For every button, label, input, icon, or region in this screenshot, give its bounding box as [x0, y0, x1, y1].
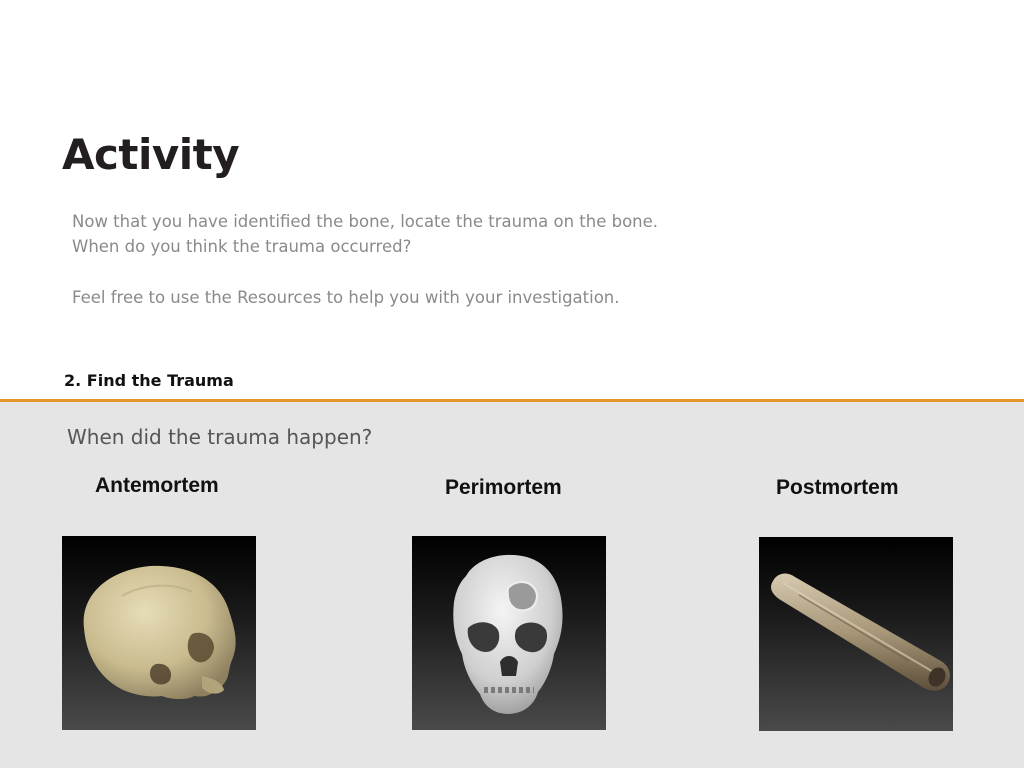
step-label: 2. Find the Trauma: [64, 371, 234, 390]
option-label-perimortem[interactable]: Perimortem: [445, 476, 562, 500]
option-postmortem-button[interactable]: [759, 537, 953, 731]
instruction-line: Now that you have identified the bone, l…: [72, 212, 659, 231]
lateral-skull-image: [83, 565, 236, 699]
page-title: Activity: [62, 130, 240, 179]
quiz-question: When did the trauma happen?: [67, 425, 373, 449]
frontal-skull-with-fracture-image: [453, 554, 563, 714]
option-label-antemortem[interactable]: Antemortem: [95, 474, 219, 498]
instructions: Now that you have identified the bone, l…: [72, 209, 712, 310]
option-label-postmortem[interactable]: Postmortem: [776, 476, 899, 500]
activity-page: Activity Now that you have identified th…: [0, 0, 1024, 768]
instruction-line: When do you think the trauma occurred?: [72, 237, 412, 256]
long-bone-image: [771, 573, 950, 691]
option-antemortem-button[interactable]: [62, 536, 256, 730]
option-perimortem-button[interactable]: [412, 536, 606, 730]
resources-hint: Feel free to use the Resources to help y…: [72, 288, 620, 307]
